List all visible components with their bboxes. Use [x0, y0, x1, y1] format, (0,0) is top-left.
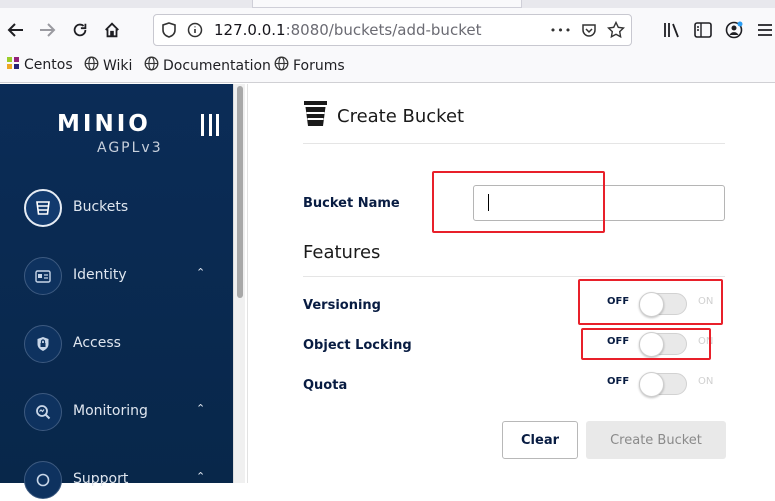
bucket-name-label: Bucket Name	[303, 196, 400, 211]
bookmark-documentation[interactable]: Documentation	[144, 56, 271, 75]
url-path: :8080/buckets/add-bucket	[285, 21, 482, 39]
support-icon	[24, 461, 62, 499]
sidebar-item-label: Access	[73, 335, 121, 351]
browser-toolbar: 127.0.0.1:8080/buckets/add-bucket ••• Ce…	[0, 0, 775, 83]
chevron-up-icon[interactable]: ⌃	[196, 470, 205, 483]
url-bar[interactable]: 127.0.0.1:8080/buckets/add-bucket •••	[153, 14, 632, 46]
highlight-box-object-locking	[581, 328, 711, 360]
page-title: Create Bucket	[337, 106, 465, 127]
bookmark-label: Documentation	[163, 57, 271, 74]
versioning-label: Versioning	[303, 298, 381, 313]
id-card-icon	[24, 257, 62, 295]
sidebar-item-identity[interactable]: Identity ⌃	[24, 257, 224, 297]
sidebar-item-support[interactable]: Support ⌃	[24, 461, 224, 501]
globe-icon	[274, 56, 289, 75]
globe-icon	[84, 56, 99, 75]
bucket-icon	[304, 101, 327, 127]
highlight-box-bucket-name	[432, 171, 605, 233]
quota-label: Quota	[303, 378, 348, 393]
chevron-up-icon[interactable]: ⌃	[196, 266, 205, 279]
sidebar-item-access[interactable]: Access	[24, 325, 224, 365]
content-border	[247, 84, 248, 483]
monitor-search-icon	[24, 393, 62, 431]
centos-icon	[6, 56, 20, 74]
clear-button[interactable]: Clear	[502, 421, 578, 459]
bookmark-wiki[interactable]: Wiki	[84, 56, 132, 75]
pocket-icon[interactable]	[578, 19, 600, 41]
bookmark-forums[interactable]: Forums	[274, 56, 345, 75]
toggle-knob[interactable]	[639, 372, 664, 397]
collapse-menu-icon[interactable]	[201, 114, 219, 136]
library-icon[interactable]	[658, 16, 686, 44]
url-host: 127.0.0.1	[214, 21, 286, 39]
bucket-icon	[24, 189, 62, 227]
sidebar-item-label: Buckets	[73, 199, 129, 215]
chevron-up-icon[interactable]: ⌃	[196, 402, 205, 415]
sidebar-item-monitoring[interactable]: Monitoring ⌃	[24, 393, 224, 433]
scrollbar-thumb[interactable]	[237, 86, 243, 298]
bookmark-star-icon[interactable]	[605, 19, 627, 41]
back-arrow-icon[interactable]	[2, 16, 30, 44]
home-icon[interactable]	[98, 16, 126, 44]
object-locking-label: Object Locking	[303, 338, 412, 353]
switch-off-label: OFF	[607, 376, 630, 387]
bookmark-centos[interactable]: Centos	[6, 56, 73, 74]
quota-toggle[interactable]	[639, 372, 687, 397]
license-label: AGPLv3	[97, 140, 163, 156]
sidebar-scrollbar[interactable]	[233, 84, 245, 483]
tab-strip	[0, 0, 775, 8]
account-icon[interactable]	[720, 16, 748, 44]
app-menu-icon[interactable]	[751, 16, 775, 44]
title-divider	[303, 143, 725, 144]
globe-icon	[144, 56, 159, 75]
bookmarks-bar: Centos Wiki Documentation Forums	[0, 52, 775, 80]
minio-logo: MINIO	[57, 111, 151, 137]
shield-icon[interactable]	[158, 19, 180, 41]
lock-icon	[24, 325, 62, 363]
features-divider	[303, 276, 725, 277]
switch-on-label: ON	[698, 376, 714, 387]
highlight-box-versioning	[578, 279, 723, 325]
sidebar-item-label: Monitoring	[73, 403, 148, 419]
sidebar-item-buckets[interactable]: Buckets	[24, 189, 224, 229]
features-heading: Features	[303, 242, 381, 263]
url-text[interactable]: 127.0.0.1:8080/buckets/add-bucket	[214, 21, 481, 39]
page-actions-menu[interactable]: •••	[550, 19, 572, 41]
forward-arrow-icon[interactable]	[33, 16, 61, 44]
reload-icon[interactable]	[66, 16, 94, 44]
create-bucket-button[interactable]: Create Bucket	[586, 421, 726, 459]
info-icon[interactable]	[184, 19, 206, 41]
bookmark-label: Forums	[293, 57, 345, 74]
sidebar-item-label: Support	[73, 471, 129, 487]
sidebar-toggle-icon[interactable]	[689, 16, 717, 44]
bookmark-label: Centos	[24, 57, 73, 73]
bookmark-label: Wiki	[103, 57, 133, 74]
active-tab[interactable]	[252, 0, 522, 8]
sidebar-item-label: Identity	[73, 267, 127, 283]
